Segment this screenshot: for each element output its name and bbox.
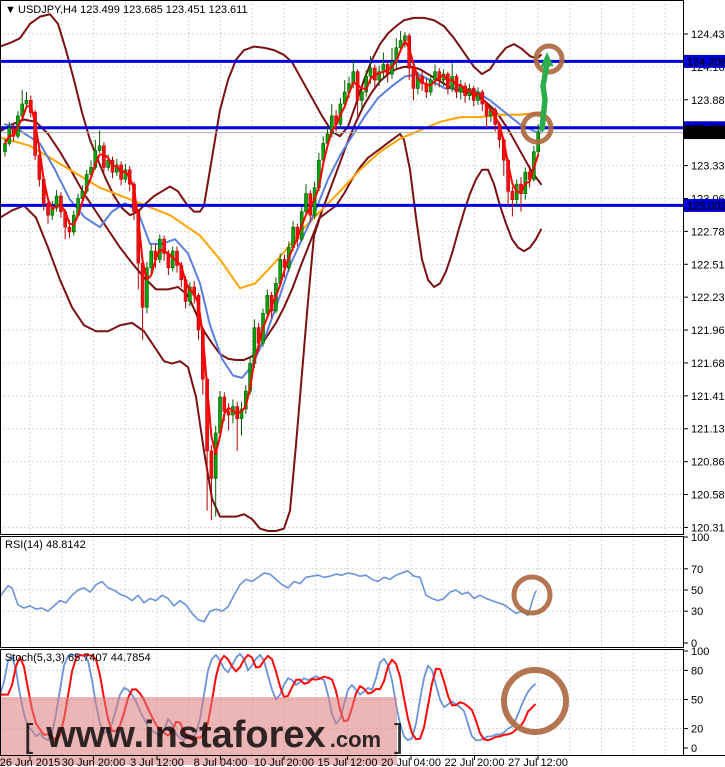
- candle-body: [368, 67, 373, 77]
- price-axis-label: 121.410: [691, 391, 725, 403]
- candle-body: [46, 202, 50, 216]
- annotation-arrow-head[interactable]: [540, 52, 554, 67]
- rsi-axis-label: 100: [691, 532, 709, 544]
- candle-body: [411, 67, 416, 89]
- watermark: [ www.instaforex .com ]: [0, 697, 403, 765]
- price-axis-label: 124.435: [691, 29, 725, 41]
- main-chart-layer: [0, 13, 683, 533]
- stoch-header: Stoch(5,3,3) 65.7407 44.7854: [5, 652, 151, 664]
- candle-body: [67, 226, 72, 233]
- price-axis-label: 121.135: [691, 424, 725, 436]
- annotation-layer: [501, 43, 569, 735]
- panel-borders: [0, 0, 725, 756]
- price-axis-label: 120.860: [691, 457, 725, 469]
- watermark-suffix: .com: [330, 727, 381, 752]
- candle-body: [304, 193, 308, 212]
- stoch-axis-label: 100: [691, 646, 709, 658]
- candle-body: [433, 71, 437, 81]
- bollinger-upper-line: [0, 13, 542, 217]
- price-axis-label: 123.885: [691, 95, 725, 107]
- candle-body: [97, 145, 102, 151]
- time-axis-label: 30 Jun 20:00: [62, 757, 126, 767]
- price-axis-label: 121.685: [691, 358, 725, 370]
- current-price-label: 123.611: [687, 128, 725, 140]
- stoch-axis-label: 0: [691, 743, 697, 755]
- candle-body: [265, 295, 270, 314]
- candle-body: [209, 450, 214, 479]
- rsi-line: [0, 570, 537, 623]
- price-axis-label: 122.235: [691, 292, 725, 304]
- candle-body: [222, 396, 227, 412]
- slow-ma-line: [0, 111, 542, 290]
- rsi-axis-label: 70: [691, 564, 703, 576]
- panel-border: [0, 0, 684, 535]
- candle-body: [149, 250, 153, 269]
- stoch-axis-label: 50: [691, 695, 703, 707]
- price-axis-label: 122.785: [691, 226, 725, 238]
- time-axis-label: 3 Jul 12:00: [130, 757, 184, 767]
- level-price-label: 124.206: [687, 56, 725, 68]
- price-axis-label: 120.585: [691, 490, 725, 502]
- candle-body: [59, 195, 63, 212]
- candle-body: [360, 91, 364, 101]
- candle-body: [24, 100, 29, 105]
- rsi-layer: [0, 570, 537, 623]
- rsi-axis-label: 30: [691, 606, 703, 618]
- candle-body: [510, 190, 515, 200]
- chart-window: [ www.instaforex .com ] 124.435124.16012…: [0, 0, 725, 767]
- level-price-label: 123.002: [687, 200, 725, 212]
- stoch-axis-label: 20: [691, 724, 703, 736]
- time-axis-label: 26 Jun 2015: [0, 757, 60, 767]
- time-axis-label: 8 Jul 04:00: [194, 757, 248, 767]
- time-axis-label: 27 Jul 12:00: [508, 757, 568, 767]
- price-axis-label: 122.510: [691, 259, 725, 271]
- time-axis-label: 22 Jul 20:00: [445, 757, 505, 767]
- time-axis-label: 20 Jul 04:00: [381, 757, 441, 767]
- watermark-name: www.instaforex: [45, 714, 325, 756]
- watermark-right-bracket: ]: [394, 717, 403, 754]
- candle-body: [226, 411, 231, 416]
- panel-border: [0, 536, 684, 648]
- time-axis-label: 15 Jul 12:00: [318, 757, 378, 767]
- stoch-axis-label: 80: [691, 665, 703, 677]
- annotation-circle[interactable]: [501, 667, 569, 735]
- rsi-header: RSI(14) 48.8142: [5, 539, 86, 551]
- rsi-axis-label: 50: [691, 585, 703, 597]
- price-axis-label: 121.960: [691, 325, 725, 337]
- price-axis-label: 123.335: [691, 161, 725, 173]
- watermark-left-bracket: [: [24, 717, 33, 754]
- chart-title: USDJPY,H4 123.499 123.685 123.451 123.61…: [18, 4, 248, 16]
- candle-body: [213, 432, 218, 479]
- fast-ma-line: [4, 40, 540, 456]
- candle-body: [403, 35, 407, 41]
- symbol-dropdown-icon[interactable]: ▼: [5, 4, 16, 16]
- candle-body: [3, 143, 7, 153]
- time-axis-label: 10 Jul 20:00: [254, 757, 314, 767]
- annotation-circle[interactable]: [511, 574, 553, 616]
